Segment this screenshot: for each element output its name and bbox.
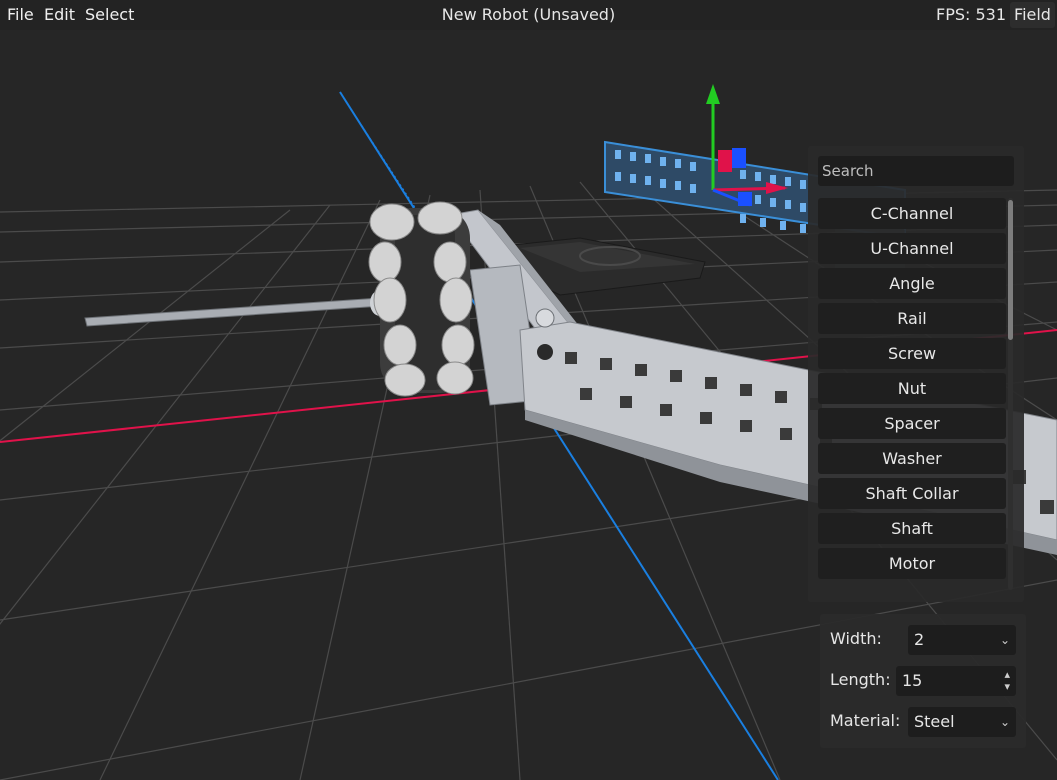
- part-item-nut[interactable]: Nut: [818, 373, 1006, 404]
- parts-panel: C-Channel U-Channel Angle Rail Screw Nut…: [808, 146, 1024, 602]
- part-list-scrollbar[interactable]: [1008, 198, 1013, 590]
- drive-shaft[interactable]: [84, 290, 390, 327]
- material-select[interactable]: Steel ⌄: [908, 707, 1016, 737]
- scrollbar-thumb[interactable]: [1008, 200, 1013, 340]
- part-item-angle[interactable]: Angle: [818, 268, 1006, 299]
- width-value: 2: [914, 630, 925, 649]
- chevron-down-icon: ⌄: [999, 715, 1010, 729]
- window-title: New Robot (Unsaved): [441, 5, 616, 24]
- fps-counter: FPS: 531: [936, 5, 1007, 24]
- part-item-screw[interactable]: Screw: [818, 338, 1006, 369]
- field-button[interactable]: Field: [1010, 2, 1055, 28]
- properties-panel: Width: 2 ⌄ Length: 15 ▴ ▾ Material: Steel…: [820, 614, 1026, 748]
- menu-select[interactable]: Select: [85, 5, 134, 25]
- length-value: 15: [902, 671, 923, 690]
- search-input[interactable]: [818, 156, 1014, 186]
- material-label: Material:: [830, 711, 901, 730]
- material-value: Steel: [914, 712, 955, 731]
- part-item-washer[interactable]: Washer: [818, 443, 1006, 474]
- part-item-c-channel[interactable]: C-Channel: [818, 198, 1006, 229]
- width-select[interactable]: 2 ⌄: [908, 625, 1016, 655]
- part-item-shaft-collar[interactable]: Shaft Collar: [818, 478, 1006, 509]
- spinner-arrows-icon[interactable]: ▴ ▾: [1004, 669, 1010, 693]
- chevron-down-icon: ⌄: [999, 633, 1010, 647]
- part-list: C-Channel U-Channel Angle Rail Screw Nut…: [818, 198, 1006, 590]
- length-label: Length:: [830, 670, 891, 689]
- menu-edit[interactable]: Edit: [44, 5, 75, 25]
- omni-wheel[interactable]: [368, 201, 475, 397]
- part-item-spacer[interactable]: Spacer: [818, 408, 1006, 439]
- length-input[interactable]: 15 ▴ ▾: [896, 666, 1016, 696]
- part-item-u-channel[interactable]: U-Channel: [818, 233, 1006, 264]
- part-item-shaft[interactable]: Shaft: [818, 513, 1006, 544]
- part-item-motor[interactable]: Motor: [818, 548, 1006, 579]
- menu-bar: File Edit Select New Robot (Unsaved) FPS…: [0, 0, 1057, 30]
- width-label: Width:: [830, 629, 882, 648]
- part-item-rail[interactable]: Rail: [818, 303, 1006, 334]
- menu-file[interactable]: File: [7, 5, 34, 25]
